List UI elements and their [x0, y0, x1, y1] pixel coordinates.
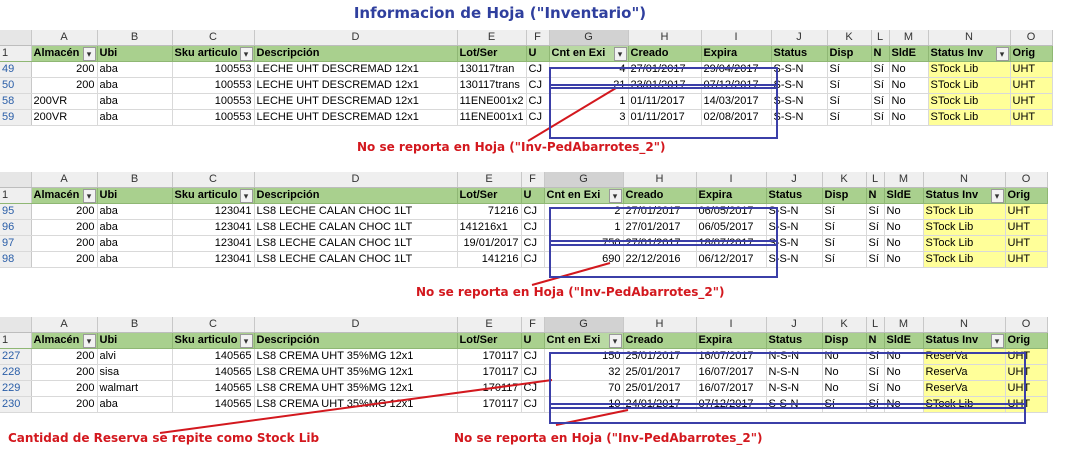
arrow-block3-note — [555, 409, 629, 426]
note-reserva: Cantidad de Reserva se repite como Stock… — [8, 431, 320, 445]
note-block1: No se reporta en Hoja ("Inv-PedAbarrotes… — [357, 140, 666, 154]
arrow-block2 — [531, 262, 611, 286]
note-block2: No se reporta en Hoja ("Inv-PedAbarrotes… — [416, 285, 725, 299]
annotation-arrows — [159, 87, 629, 434]
note-block3: No se reporta en Hoja ("Inv-PedAbarrotes… — [454, 431, 763, 445]
arrow-reserva — [159, 379, 553, 434]
arrow-block1 — [527, 87, 617, 142]
